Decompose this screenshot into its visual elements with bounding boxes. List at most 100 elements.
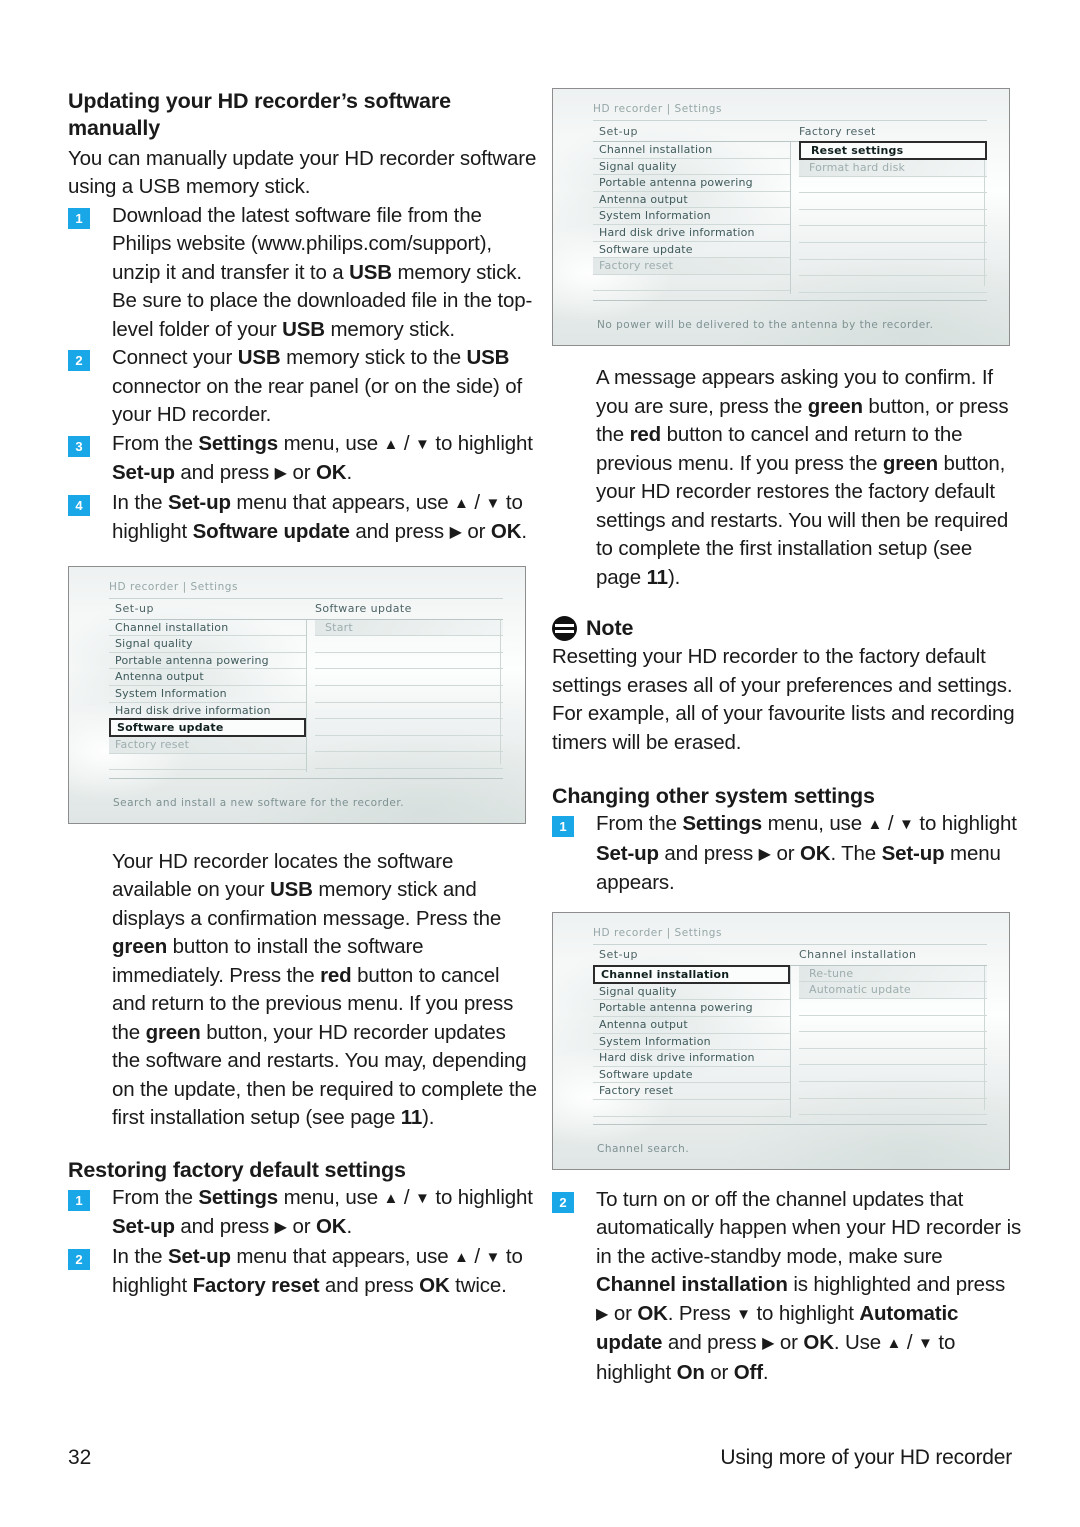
osd-menu-item[interactable]: Hard disk drive information [109,703,306,720]
osd-menu-item[interactable]: Portable antenna powering [109,653,306,670]
osd-menu-item[interactable]: Channel installation [109,620,306,637]
osd-submenu-item-empty [799,1065,987,1082]
step-text: To turn on or off the channel updates th… [596,1187,1022,1384]
osd-menu-item[interactable]: Portable antenna powering [593,1000,790,1017]
osd-menu-item[interactable]: Software update [593,242,790,259]
osd-submenu-item[interactable]: Automatic update [799,982,987,999]
osd-col1-header: Set-up [599,948,638,962]
note-icon [552,616,577,641]
osd-right-pane: Start [307,619,503,772]
step-number-badge: 1 [68,1189,90,1211]
osd-menu-item[interactable]: Hard disk drive information [593,225,790,242]
osd-col1-header: Set-up [599,124,638,138]
osd-submenu-item-empty [799,260,987,277]
osd-menu-item-selected[interactable]: Channel installation [593,964,790,984]
osd-menu-item[interactable]: Signal quality [109,636,306,653]
osd-menu-item[interactable]: Signal quality [593,159,790,176]
osd-menu-item[interactable]: Factory reset [109,737,306,754]
osd-submenu-item[interactable]: Format hard disk [799,160,987,177]
osd-menu-item[interactable]: Software update [593,1067,790,1084]
step-number-badge: 2 [68,350,90,372]
osd-menu-item-active[interactable]: Factory reset [593,258,790,275]
osd-col2-header: Channel installation [799,948,917,962]
osd-left-pane: Channel installation Signal quality Port… [593,964,791,1118]
osd-column-headers: Set-up Factory reset [593,120,987,142]
osd-screenshot-factory-reset: HD recorder | Settings Set-up Factory re… [552,88,1010,346]
step-text: From the Settings menu, use ▲ / ▼ to hig… [112,431,533,485]
osd-menu-item[interactable]: Channel installation [593,142,790,159]
osd-menu-item[interactable]: System Information [593,208,790,225]
section-heading-restoring-factory: Restoring factory default settings [68,1157,406,1182]
step-item: 3 From the Settings menu, use ▲ / ▼ to h… [68,430,538,489]
step-item: 2 In the Set-up menu that appears, use ▲… [68,1243,538,1301]
osd-submenu-item-empty [799,1032,987,1049]
osd-menu-item-selected[interactable]: Software update [109,718,306,738]
osd-submenu-item-empty [799,999,987,1016]
step-text: In the Set-up menu that appears, use ▲ /… [112,490,527,544]
osd-submenu-item-empty [799,1016,987,1033]
osd-status-text: No power will be delivered to the antenn… [597,319,934,331]
osd-menu-item[interactable]: Antenna output [109,669,306,686]
osd-right-pane: Reset settings Format hard disk [791,141,987,294]
osd-column-headers: Set-up Software update [109,597,503,620]
osd-left-pane: Channel installation Signal quality Port… [109,619,307,772]
osd-submenu-item-empty [799,243,987,260]
step-number-badge: 1 [68,207,90,229]
step-number-badge: 2 [68,1248,90,1270]
osd-submenu-item-empty [315,719,503,736]
section-heading-changing-settings: Changing other system settings [552,784,875,808]
osd-menu-item[interactable]: Signal quality [593,984,790,1001]
note-title: Note [586,616,634,640]
step-number-badge: 1 [552,816,574,838]
osd-menu-item[interactable]: Factory reset [593,1083,790,1100]
osd-status-text: Channel search. [597,1142,690,1155]
osd-col2-header: Factory reset [799,124,876,138]
osd-submenu-item[interactable]: Start [315,619,503,637]
osd-menu-item[interactable]: System Information [593,1034,790,1051]
osd-submenu-item-empty [315,636,503,653]
osd-submenu-item-empty [799,177,987,194]
osd-breadcrumb: HD recorder | Settings [593,926,723,939]
step-text: From the Settings menu, use ▲ / ▼ to hig… [112,1185,533,1239]
osd-menu-item[interactable]: Antenna output [593,1017,790,1034]
step-number-badge: 3 [68,435,90,457]
step-item: 4 In the Set-up menu that appears, use ▲… [68,489,538,548]
osd-submenu-item[interactable]: Re-tune [799,965,987,983]
osd-submenu-item-selected[interactable]: Reset settings [799,141,987,160]
osd-submenu-item-empty [799,193,987,210]
osd-submenu-item-empty [315,653,503,670]
osd-submenu-item-empty [799,1082,987,1099]
footer-title: Using more of your HD recorder [720,1446,1012,1469]
osd-col1-header: Set-up [115,602,154,616]
step-number-badge: 2 [552,1191,574,1213]
osd-menu-item[interactable]: Portable antenna powering [593,175,790,192]
osd-menu-item[interactable]: Hard disk drive information [593,1050,790,1067]
osd-status-text: Search and install a new software for th… [113,796,405,809]
osd-breadcrumb: HD recorder | Settings [593,103,723,115]
osd-submenu-item-empty [799,276,987,293]
osd-col2-header: Software update [315,602,412,616]
osd-breadcrumb: HD recorder | Settings [109,580,239,593]
note-header: Note [552,616,1022,641]
step-text: In the Set-up menu that appears, use ▲ /… [112,1244,523,1298]
osd-submenu-item-empty [315,669,503,686]
section-heading-updating-software: Updating your HD recorder’s software man… [68,89,451,141]
osd-screenshot-software-update: HD recorder | Settings Set-up Software u… [68,565,526,824]
osd-screenshot-channel-installation: HD recorder | Settings Set-up Channel in… [552,911,1010,1170]
after-image-paragraph: Your HD recorder locates the software av… [112,849,537,1130]
step-item: 2 Connect your USB memory stick to the U… [68,344,538,430]
osd-menu-item[interactable]: System Information [109,686,306,703]
step-item: 1 From the Settings menu, use ▲ / ▼ to h… [68,1184,538,1243]
osd-right-pane: Re-tune Automatic update [791,965,987,1118]
osd-submenu-item-empty [799,1099,987,1116]
osd-menu-item-empty [593,1100,790,1117]
right-column: HD recorder | Settings Set-up Factory re… [552,88,1022,1387]
osd-menu-item-empty [593,275,790,292]
step-item: 1 From the Settings menu, use ▲ / ▼ to h… [552,810,1022,898]
left-column: Updating your HD recorder’s software man… [68,88,538,1301]
osd-submenu-item-empty [799,226,987,243]
step-number-badge: 4 [68,494,90,516]
osd-submenu-item-empty [799,210,987,227]
osd-submenu-item-empty [799,1049,987,1066]
osd-menu-item[interactable]: Antenna output [593,192,790,209]
